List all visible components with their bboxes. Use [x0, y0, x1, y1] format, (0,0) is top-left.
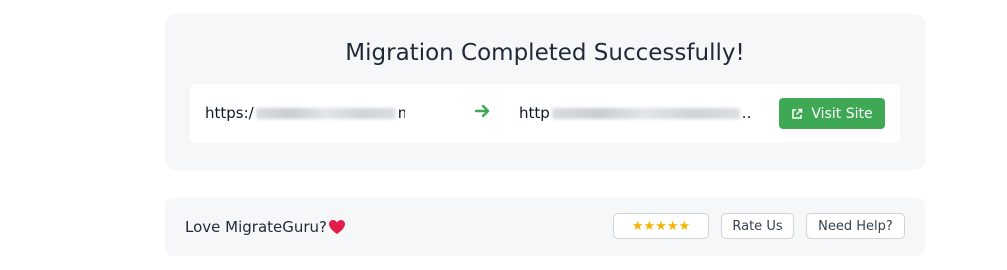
- source-url-start: https:/: [205, 104, 254, 122]
- visit-site-label: Visit Site: [811, 105, 873, 122]
- dest-url-end: ..: [741, 104, 752, 122]
- heart-icon: [329, 220, 345, 234]
- visit-site-button[interactable]: Visit Site: [779, 98, 885, 129]
- love-text: Love MigrateGuru?: [185, 218, 328, 236]
- feedback-bar: Love MigrateGuru? ★★★★★ Rate Us Need Hel…: [165, 198, 925, 256]
- source-url: https:/ m: [205, 104, 405, 122]
- redacted-blur: [255, 108, 396, 119]
- arrow-right-icon: [475, 104, 490, 118]
- url-row: https:/ m http.. Visit Site: [190, 84, 900, 143]
- destination-url: http..: [519, 104, 769, 122]
- redacted-blur: [551, 108, 740, 119]
- migration-status-card: Migration Completed Successfully! https:…: [165, 14, 925, 170]
- need-help-button[interactable]: Need Help?: [806, 213, 905, 239]
- source-url-end: m: [398, 104, 405, 122]
- migration-title: Migration Completed Successfully!: [345, 40, 745, 66]
- rate-us-button[interactable]: Rate Us: [721, 213, 794, 239]
- dest-url-start: http: [519, 104, 550, 122]
- star-rating-button[interactable]: ★★★★★: [613, 213, 709, 239]
- external-link-icon: [792, 108, 803, 119]
